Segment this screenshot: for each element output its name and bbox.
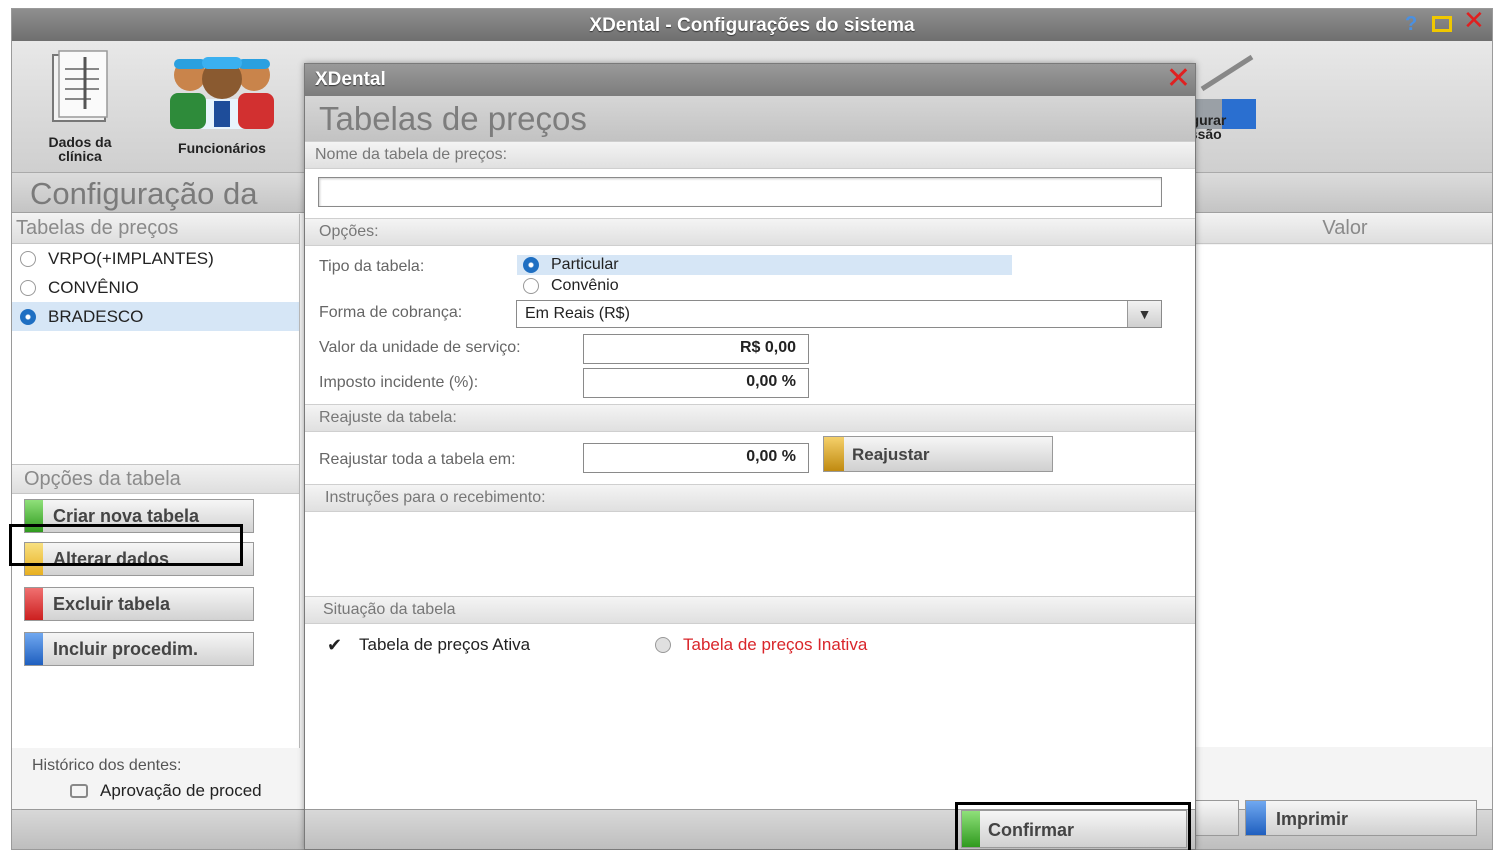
forma-cobranca-select[interactable]: Em Reais (R$) ▼ [516,300,1162,328]
instrucoes-textarea[interactable] [305,513,1195,595]
tipo-particular-label: Particular [551,256,619,273]
reajustar-label: Reajustar toda a tabela em: [319,451,516,468]
clinic-document-icon [52,50,108,122]
forma-label: Forma de cobrança: [319,304,463,321]
delete-table-label: Excluir tabela [53,594,171,614]
price-tables-header: Tabelas de preços [12,214,299,244]
staff-group-icon [170,57,274,129]
create-table-label: Criar nova tabela [53,506,200,526]
valor-unidade-label: Valor da unidade de serviço: [319,339,521,356]
radio-icon[interactable] [20,279,36,296]
print-label: Imprimir [1276,809,1349,829]
valor-unidade-field[interactable]: R$ 0,00 [583,334,809,364]
ativa-checkbox[interactable]: ✔ Tabela de preços Ativa [327,635,530,655]
print-button[interactable]: Imprimir [1245,800,1477,836]
imposto-label: Imposto incidente (%): [319,374,479,391]
radio-icon[interactable] [20,250,36,267]
historico-label: Histórico dos dentes: [32,757,182,774]
price-table-item[interactable]: VRPO(+IMPLANTES) [12,244,299,273]
tipo-convenio-option[interactable]: Convênio [517,277,619,295]
maximize-icon[interactable] [1432,16,1452,32]
radio-icon[interactable] [655,637,671,653]
help-icon[interactable]: ? [1405,13,1417,35]
values-area [1196,245,1492,747]
price-tables-panel: Tabelas de preços VRPO(+IMPLANTES) CONVÊ… [12,214,300,748]
price-table-label: VRPO(+IMPLANTES) [48,248,214,268]
section-situacao: Situação da tabela [305,596,1195,624]
price-table-item[interactable]: CONVÊNIO [12,273,299,302]
section-nome: Nome da tabela de preços: [305,141,1195,169]
reajustar-button[interactable]: Reajustar [823,436,1053,472]
section-opcoes: Opções: [305,218,1195,246]
include-procedure-button[interactable]: Incluir procedim. [24,632,254,666]
close-icon[interactable]: ✕ [1463,9,1485,33]
page-title: Configuração da [30,176,258,211]
section-instrucoes: Instruções para o recebimento: [305,484,1195,512]
aprovacao-label: Aprovação de proced [100,781,262,800]
include-procedure-label: Incluir procedim. [53,639,199,659]
reajustar-button-label: Reajustar [852,445,930,464]
price-table-label: CONVÊNIO [48,277,139,297]
checkbox-icon[interactable] [70,784,88,798]
forma-value: Em Reais (R$) [525,305,630,322]
dialog-heading-band: Tabelas de preços [305,96,1195,142]
ativa-label: Tabela de preços Ativa [359,635,531,654]
table-name-input[interactable] [318,177,1162,207]
highlight-edit-data [9,524,243,566]
toolbar-funcionarios[interactable]: Funcionários [162,49,282,155]
chevron-down-icon[interactable]: ▼ [1127,301,1161,327]
table-options-header: Opções da tabela [12,464,299,494]
tipo-convenio-label: Convênio [551,277,619,294]
inativa-option[interactable]: Tabela de preços Inativa [655,635,867,655]
close-icon[interactable]: ✕ [1166,64,1191,94]
inativa-label: Tabela de preços Inativa [683,635,868,654]
price-table-label: BRADESCO [48,306,144,326]
dialog-title: XDental [315,69,386,90]
radio-selected-icon[interactable] [523,257,539,273]
tipo-label: Tipo da tabela: [319,258,425,275]
price-table-item-selected[interactable]: BRADESCO [12,302,299,331]
dialog-titlebar[interactable]: XDental ✕ [305,64,1195,96]
delete-table-button[interactable]: Excluir tabela [24,587,254,621]
imposto-field[interactable]: 0,00 % [583,368,809,398]
aprovacao-checkbox[interactable]: Aprovação de proced [70,781,262,801]
reajustar-field[interactable]: 0,00 % [583,443,809,473]
radio-selected-icon[interactable] [20,308,36,325]
toolbar-dados-clinica[interactable]: Dados da clínica [34,49,126,163]
valor-column-header: Valor [1196,214,1492,244]
toolbar-funcionarios-label: Funcionários [178,140,266,156]
price-table-dialog: XDental ✕ Tabelas de preços Nome da tabe… [304,63,1196,850]
tipo-particular-option[interactable]: Particular [517,255,1012,275]
main-window-title: XDental - Configurações do sistema [589,15,915,36]
radio-icon[interactable] [523,278,539,294]
main-titlebar[interactable]: XDental - Configurações do sistema ? ✕ [12,9,1492,41]
dialog-heading: Tabelas de preços [319,100,587,137]
section-reajuste: Reajuste da tabela: [305,404,1195,432]
check-icon[interactable]: ✔ [327,636,347,654]
toolbar-dados-label: Dados da clínica [48,134,112,164]
highlight-confirm [955,802,1191,850]
